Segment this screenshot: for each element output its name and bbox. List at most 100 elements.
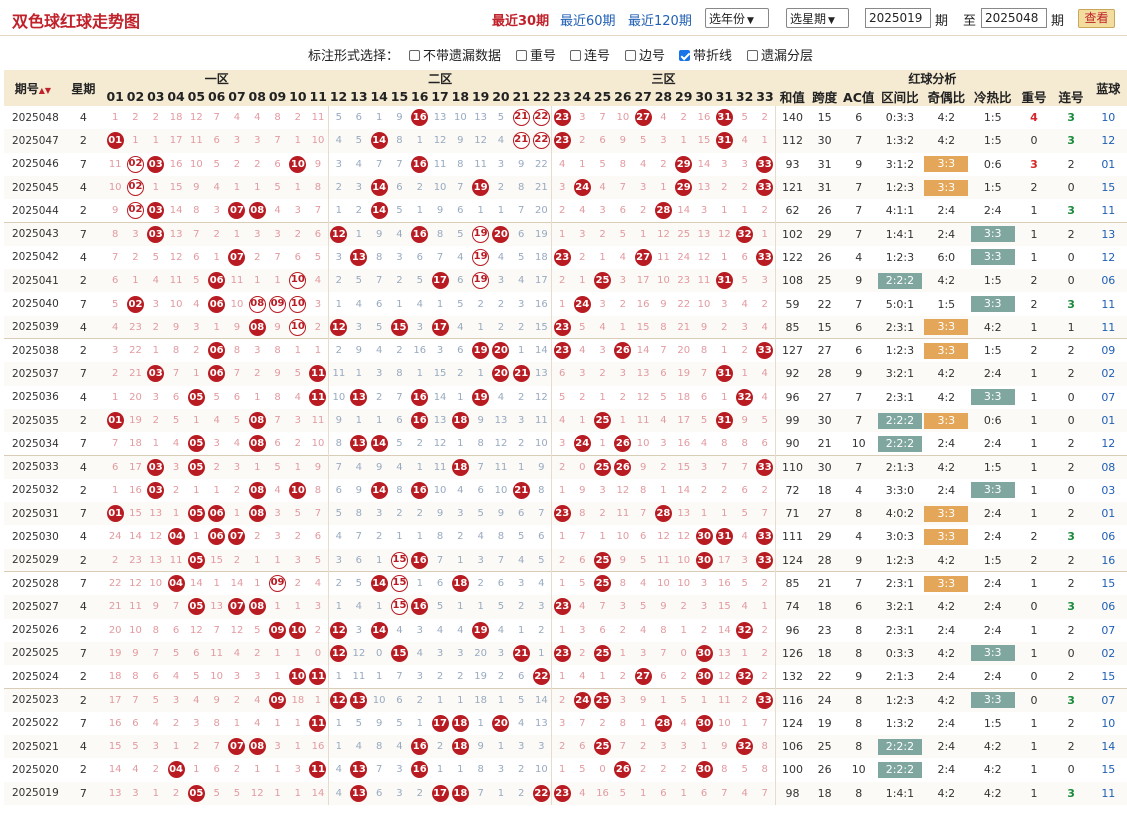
miss-value: 5 [396, 205, 403, 217]
miss-cell: 5 [693, 408, 715, 433]
miss-value: 8 [233, 345, 241, 357]
ac-cell: 9 [840, 152, 878, 176]
miss-cell: 19 [531, 221, 552, 246]
issue-header[interactable]: 期号▲▼ [4, 70, 62, 106]
week-cell: 2 [61, 199, 106, 223]
checkbox-icon[interactable] [516, 50, 527, 61]
miss-cell: 1 [592, 432, 613, 456]
checkbox-icon[interactable] [747, 50, 758, 61]
issue-cell: 2025046 [4, 152, 62, 176]
option-repeat[interactable]: 重号 [516, 45, 556, 64]
recent-30-link[interactable]: 最近30期 [492, 10, 549, 29]
miss-cell: 3 [369, 362, 390, 386]
miss-value: 10 [677, 554, 691, 566]
sum-cell: 106 [774, 735, 810, 759]
red-ball: 24 [573, 295, 591, 313]
miss-value: 6 [294, 251, 302, 263]
miss-value: 2 [396, 508, 403, 520]
miss-value: 14 [717, 624, 731, 636]
repeat-value: 2 [1030, 297, 1038, 311]
miss-cell: 9 [369, 221, 390, 246]
red-ball: 25 [594, 272, 612, 290]
miss-value: 3 [355, 182, 363, 194]
miss-cell: 17 [105, 687, 126, 712]
miss-cell: 1 [267, 269, 288, 293]
miss-cell: 22 [125, 338, 146, 363]
miss-value: 16 [636, 298, 650, 310]
miss-cell: 4 [592, 175, 613, 200]
miss-value: 23 [677, 275, 691, 287]
red-ball-cell: 12 [327, 641, 349, 666]
miss-value: 2 [761, 647, 768, 659]
option-layer[interactable]: 遗漏分层 [747, 45, 813, 64]
miss-cell: 1 [551, 525, 573, 549]
miss-value: 5 [213, 158, 220, 170]
miss-cell: 10 [206, 665, 227, 689]
red-ball: 13 [350, 761, 368, 779]
number-header: 26 [612, 87, 633, 106]
table-row: 2025028 7 22 12 10 04 14 1 14 1 09 2 4 2 5 14 15 1 6 18 2 6 3 4… [4, 571, 1127, 596]
red-ball: 16 [411, 155, 429, 173]
repeat-value: 1 [1030, 367, 1038, 381]
odd-even-cell: 4:2 [922, 454, 971, 479]
red-ball-cell: 23 [551, 595, 573, 619]
miss-cell: 3 [327, 245, 349, 270]
miss-cell: 5 [490, 106, 512, 130]
checkbox-icon[interactable] [409, 50, 420, 61]
miss-value: 5 [619, 787, 627, 799]
miss-cell: 7 [511, 199, 532, 223]
recent-120-link[interactable]: 最近120期 [628, 10, 692, 29]
repeat-value: 1 [1030, 320, 1038, 334]
miss-cell: 18 [287, 687, 308, 712]
query-button[interactable]: 查看 [1078, 9, 1115, 28]
to-issue-input[interactable]: 2025048 [981, 8, 1047, 28]
miss-value: 3 [559, 717, 566, 729]
sort-icon[interactable]: ▲▼ [39, 86, 51, 95]
week-select[interactable]: 选星期 ▼ [786, 8, 849, 28]
miss-value: 6 [761, 438, 768, 450]
miss-cell: 3 [633, 641, 654, 666]
miss-cell: 1 [633, 221, 654, 246]
recent-60-link[interactable]: 最近60期 [560, 10, 616, 29]
miss-cell: 1 [450, 758, 471, 782]
miss-value: 2 [193, 345, 200, 357]
checkbox-icon[interactable] [625, 50, 636, 61]
repeat-cell: 1 [1015, 199, 1053, 223]
miss-cell: 6 [612, 199, 633, 223]
ac-cell: 7 [840, 292, 878, 316]
issue-cell: 2025033 [4, 454, 62, 479]
checkbox-checked-icon[interactable] [679, 50, 690, 61]
option-no-miss[interactable]: 不带遗漏数据 [409, 45, 501, 64]
miss-value: 3 [700, 461, 708, 473]
consecutive-cell: 3 [1052, 525, 1090, 549]
number-header: 19 [470, 87, 491, 106]
option-edge[interactable]: 边号 [625, 45, 665, 64]
odd-even-value: 4:2 [937, 367, 956, 381]
miss-cell: 1 [369, 548, 390, 572]
miss-value: 1 [375, 415, 383, 426]
year-select[interactable]: 选年份 ▼ [705, 8, 769, 28]
miss-value: 1 [152, 182, 159, 194]
checkbox-icon[interactable] [570, 50, 581, 61]
miss-cell: 8 [754, 758, 776, 782]
miss-cell: 7 [653, 641, 674, 666]
consecutive-value: 0 [1067, 250, 1075, 264]
miss-cell: 23 [125, 548, 146, 572]
odd-even-cell: 2:4 [922, 199, 971, 223]
miss-cell: 2 [754, 106, 776, 130]
miss-cell: 3 [714, 292, 735, 316]
week-cell: 7 [61, 781, 106, 805]
option-line[interactable]: 带折线 [679, 45, 732, 64]
option-consecutive[interactable]: 连号 [570, 45, 610, 64]
red-ball-cell: 12 [327, 315, 349, 339]
miss-value: 2 [619, 391, 627, 403]
zone-ratio-cell: 3:2:1 [877, 362, 923, 386]
red-ball-cell: 03 [145, 362, 166, 386]
miss-cell: 1 [470, 595, 491, 619]
miss-cell: 8 [369, 735, 390, 759]
miss-value: 7 [619, 182, 627, 194]
miss-value: 1 [599, 671, 606, 683]
miss-cell: 3 [551, 711, 573, 736]
from-issue-input[interactable]: 2025019 [865, 8, 931, 28]
miss-cell: 12 [186, 106, 207, 130]
